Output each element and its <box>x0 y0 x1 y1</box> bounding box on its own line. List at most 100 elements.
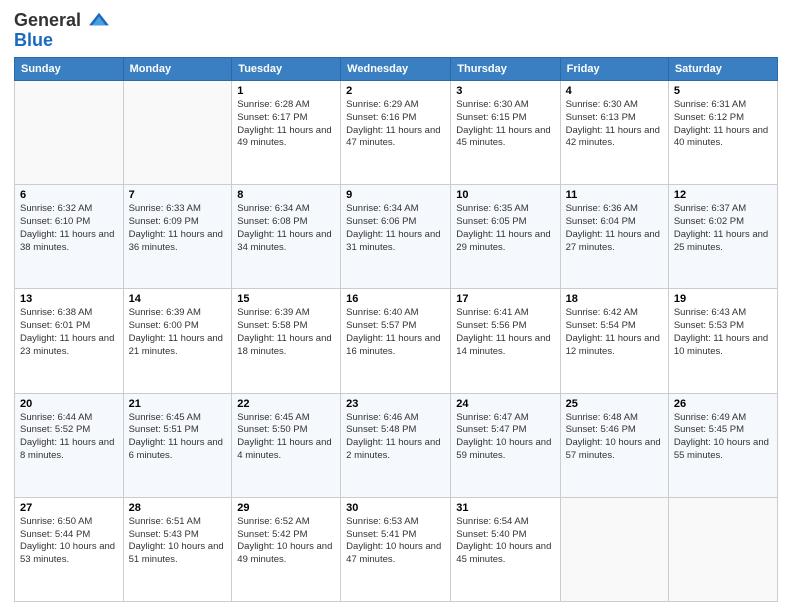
day-info: Sunrise: 6:52 AMSunset: 5:42 PMDaylight:… <box>237 516 335 567</box>
day-number: 3 <box>456 85 554 97</box>
day-info: Sunrise: 6:40 AMSunset: 5:57 PMDaylight:… <box>346 307 445 358</box>
calendar-cell: 29 Sunrise: 6:52 AMSunset: 5:42 PMDayligh… <box>232 497 341 601</box>
weekday-header-sunday: Sunday <box>15 58 124 81</box>
calendar-cell <box>123 81 232 185</box>
day-info: Sunrise: 6:33 AMSunset: 6:09 PMDaylight:… <box>129 203 227 254</box>
calendar-cell: 21 Sunrise: 6:45 AMSunset: 5:51 PMDayligh… <box>123 393 232 497</box>
day-number: 13 <box>20 293 118 305</box>
calendar-cell: 12 Sunrise: 6:37 AMSunset: 6:02 PMDayligh… <box>668 185 777 289</box>
calendar-week-row: 6 Sunrise: 6:32 AMSunset: 6:10 PMDaylight… <box>15 185 778 289</box>
weekday-header-row: SundayMondayTuesdayWednesdayThursdayFrid… <box>15 58 778 81</box>
day-info: Sunrise: 6:41 AMSunset: 5:56 PMDaylight:… <box>456 307 554 358</box>
calendar-cell: 20 Sunrise: 6:44 AMSunset: 5:52 PMDayligh… <box>15 393 124 497</box>
calendar-cell: 3 Sunrise: 6:30 AMSunset: 6:15 PMDaylight… <box>451 81 560 185</box>
calendar-cell: 8 Sunrise: 6:34 AMSunset: 6:08 PMDaylight… <box>232 185 341 289</box>
day-info: Sunrise: 6:37 AMSunset: 6:02 PMDaylight:… <box>674 203 772 254</box>
day-number: 15 <box>237 293 335 305</box>
day-number: 19 <box>674 293 772 305</box>
day-info: Sunrise: 6:53 AMSunset: 5:41 PMDaylight:… <box>346 516 445 567</box>
calendar-week-row: 20 Sunrise: 6:44 AMSunset: 5:52 PMDayligh… <box>15 393 778 497</box>
day-info: Sunrise: 6:28 AMSunset: 6:17 PMDaylight:… <box>237 99 335 150</box>
logo: General Blue <box>14 10 110 51</box>
calendar-cell: 27Sunrise: 6:50 AMSunset: 5:44 PMDayligh… <box>15 497 124 601</box>
day-info: Sunrise: 6:51 AMSunset: 5:43 PMDaylight:… <box>129 516 227 567</box>
day-number: 16 <box>346 293 445 305</box>
header: General Blue <box>14 10 778 51</box>
day-info: Sunrise: 6:34 AMSunset: 6:08 PMDaylight:… <box>237 203 335 254</box>
day-number: 23 <box>346 398 445 410</box>
page: General Blue SundayMondayTuesdayWednesda… <box>0 0 792 612</box>
calendar-cell <box>668 497 777 601</box>
calendar-cell: 2 Sunrise: 6:29 AMSunset: 6:16 PMDaylight… <box>341 81 451 185</box>
calendar-table: SundayMondayTuesdayWednesdayThursdayFrid… <box>14 57 778 602</box>
day-number: 20 <box>20 398 118 410</box>
day-info: Sunrise: 6:54 AMSunset: 5:40 PMDaylight:… <box>456 516 554 567</box>
day-info: Sunrise: 6:39 AMSunset: 5:58 PMDaylight:… <box>237 307 335 358</box>
day-number: 6 <box>20 189 118 201</box>
calendar-cell: 5 Sunrise: 6:31 AMSunset: 6:12 PMDaylight… <box>668 81 777 185</box>
day-info: Sunrise: 6:29 AMSunset: 6:16 PMDaylight:… <box>346 99 445 150</box>
calendar-cell: 1 Sunrise: 6:28 AMSunset: 6:17 PMDaylight… <box>232 81 341 185</box>
calendar-cell: 31 Sunrise: 6:54 AMSunset: 5:40 PMDayligh… <box>451 497 560 601</box>
day-number: 29 <box>237 502 335 514</box>
calendar-cell: 14 Sunrise: 6:39 AMSunset: 6:00 PMDayligh… <box>123 289 232 393</box>
day-number: 11 <box>566 189 663 201</box>
weekday-header-monday: Monday <box>123 58 232 81</box>
day-info: Sunrise: 6:36 AMSunset: 6:04 PMDaylight:… <box>566 203 663 254</box>
day-number: 8 <box>237 189 335 201</box>
day-number: 31 <box>456 502 554 514</box>
day-info: Sunrise: 6:39 AMSunset: 6:00 PMDaylight:… <box>129 307 227 358</box>
day-number: 1 <box>237 85 335 97</box>
calendar-cell: 7Sunrise: 6:33 AMSunset: 6:09 PMDaylight… <box>123 185 232 289</box>
weekday-header-tuesday: Tuesday <box>232 58 341 81</box>
calendar-cell: 22 Sunrise: 6:45 AMSunset: 5:50 PMDayligh… <box>232 393 341 497</box>
calendar-cell <box>560 497 668 601</box>
calendar-cell: 6 Sunrise: 6:32 AMSunset: 6:10 PMDaylight… <box>15 185 124 289</box>
day-number: 24 <box>456 398 554 410</box>
day-number: 22 <box>237 398 335 410</box>
calendar-cell: 4 Sunrise: 6:30 AMSunset: 6:13 PMDaylight… <box>560 81 668 185</box>
calendar-cell: 28 Sunrise: 6:51 AMSunset: 5:43 PMDayligh… <box>123 497 232 601</box>
day-info: Sunrise: 6:31 AMSunset: 6:12 PMDaylight:… <box>674 99 772 150</box>
weekday-header-wednesday: Wednesday <box>341 58 451 81</box>
day-number: 17 <box>456 293 554 305</box>
calendar-cell <box>15 81 124 185</box>
day-number: 10 <box>456 189 554 201</box>
weekday-header-saturday: Saturday <box>668 58 777 81</box>
day-info: Sunrise: 6:45 AMSunset: 5:51 PMDaylight:… <box>129 412 227 463</box>
day-info: Sunrise: 6:46 AMSunset: 5:48 PMDaylight:… <box>346 412 445 463</box>
day-info: Sunrise: 6:38 AMSunset: 6:01 PMDaylight:… <box>20 307 118 358</box>
calendar-cell: 13 Sunrise: 6:38 AMSunset: 6:01 PMDayligh… <box>15 289 124 393</box>
day-number: 2 <box>346 85 445 97</box>
day-number: 21 <box>129 398 227 410</box>
weekday-header-friday: Friday <box>560 58 668 81</box>
day-info: Sunrise: 6:48 AMSunset: 5:46 PMDaylight:… <box>566 412 663 463</box>
day-info: Sunrise: 6:30 AMSunset: 6:15 PMDaylight:… <box>456 99 554 150</box>
day-number: 28 <box>129 502 227 514</box>
day-info: Sunrise: 6:47 AMSunset: 5:47 PMDaylight:… <box>456 412 554 463</box>
calendar-cell: 9Sunrise: 6:34 AMSunset: 6:06 PMDaylight… <box>341 185 451 289</box>
day-number: 14 <box>129 293 227 305</box>
day-info: Sunrise: 6:45 AMSunset: 5:50 PMDaylight:… <box>237 412 335 463</box>
day-number: 26 <box>674 398 772 410</box>
calendar-week-row: 13 Sunrise: 6:38 AMSunset: 6:01 PMDayligh… <box>15 289 778 393</box>
calendar-cell: 25 Sunrise: 6:48 AMSunset: 5:46 PMDayligh… <box>560 393 668 497</box>
day-number: 27 <box>20 502 118 514</box>
day-info: Sunrise: 6:44 AMSunset: 5:52 PMDaylight:… <box>20 412 118 463</box>
day-number: 4 <box>566 85 663 97</box>
day-info: Sunrise: 6:35 AMSunset: 6:05 PMDaylight:… <box>456 203 554 254</box>
logo-general: General <box>14 10 110 32</box>
logo-blue: Blue <box>14 30 110 51</box>
calendar-cell: 24 Sunrise: 6:47 AMSunset: 5:47 PMDayligh… <box>451 393 560 497</box>
calendar-cell: 23 Sunrise: 6:46 AMSunset: 5:48 PMDayligh… <box>341 393 451 497</box>
day-info: Sunrise: 6:30 AMSunset: 6:13 PMDaylight:… <box>566 99 663 150</box>
day-info: Sunrise: 6:32 AMSunset: 6:10 PMDaylight:… <box>20 203 118 254</box>
calendar-cell: 30 Sunrise: 6:53 AMSunset: 5:41 PMDayligh… <box>341 497 451 601</box>
day-number: 5 <box>674 85 772 97</box>
day-number: 25 <box>566 398 663 410</box>
weekday-header-thursday: Thursday <box>451 58 560 81</box>
day-number: 30 <box>346 502 445 514</box>
calendar-cell: 11 Sunrise: 6:36 AMSunset: 6:04 PMDayligh… <box>560 185 668 289</box>
day-info: Sunrise: 6:34 AMSunset: 6:06 PMDaylight:… <box>346 203 445 254</box>
day-number: 12 <box>674 189 772 201</box>
